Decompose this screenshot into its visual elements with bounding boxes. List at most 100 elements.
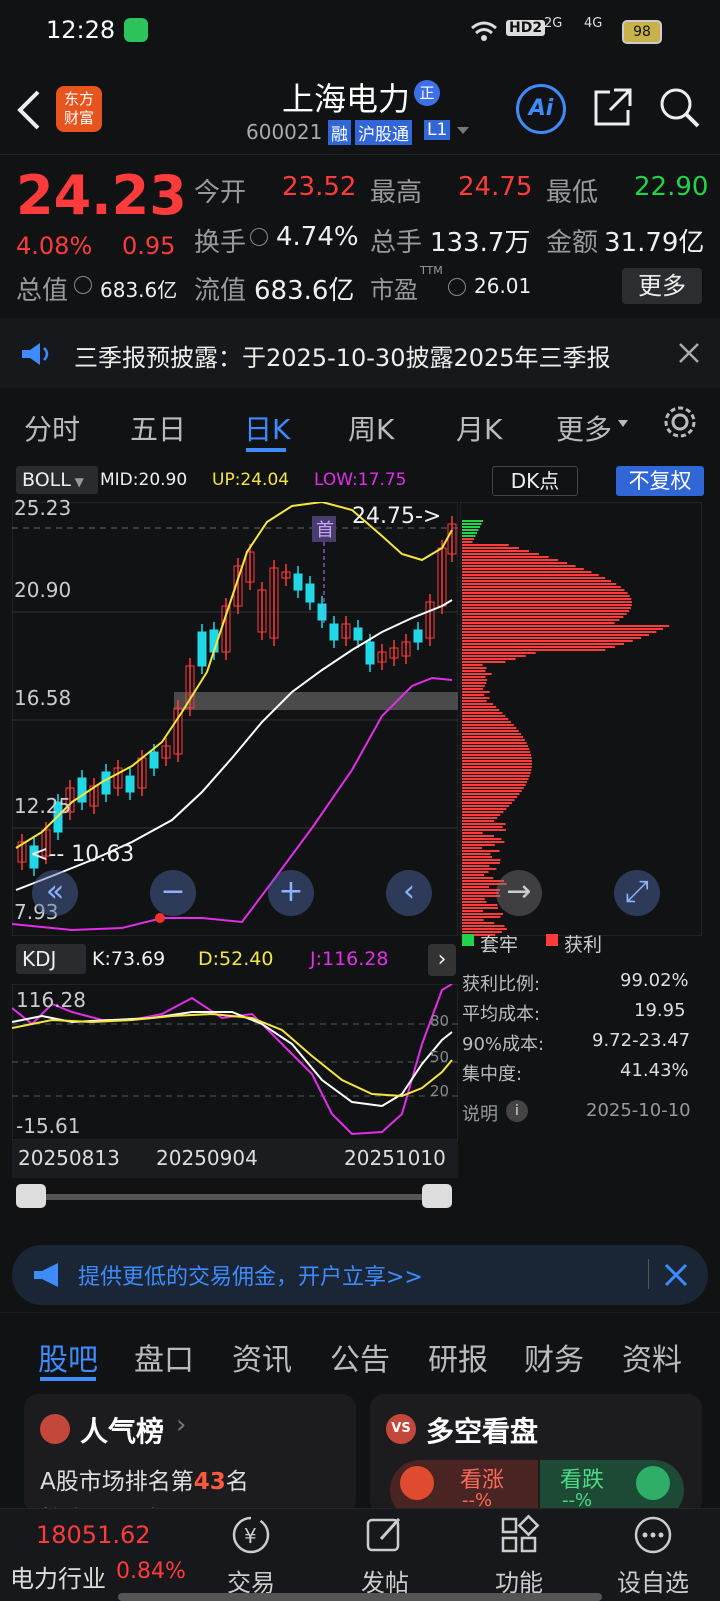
svg-text:¥: ¥: [244, 1524, 257, 1548]
info-icon[interactable]: [250, 228, 268, 246]
logo-line2: 财富: [56, 109, 102, 128]
chip-bar: [462, 676, 486, 678]
chip-bar: [462, 688, 483, 690]
zoom-out-icon[interactable]: −: [150, 870, 196, 916]
tab-guba[interactable]: 股吧: [38, 1335, 98, 1379]
nav-trade[interactable]: ¥ 交易: [206, 1513, 296, 1598]
float-cap-value: 683.6亿: [254, 270, 354, 307]
expand-icon[interactable]: ⤢: [614, 870, 660, 916]
chip-bar: [462, 685, 485, 687]
search-icon[interactable]: [658, 86, 702, 130]
adjust-mode-button[interactable]: 不复权: [616, 466, 704, 496]
info-icon[interactable]: i: [506, 1100, 528, 1122]
bull-button[interactable]: 看涨 --%: [390, 1460, 538, 1514]
candle-body: [294, 574, 302, 590]
share-icon[interactable]: [590, 86, 634, 130]
chip-bar: [462, 598, 631, 600]
range-handle-left[interactable]: [16, 1184, 46, 1208]
chip-bar: [462, 616, 623, 618]
tab-announcements[interactable]: 公告: [330, 1335, 390, 1379]
boll-label: BOLL: [22, 469, 71, 491]
chip-bar: [462, 544, 509, 546]
open-label: 今开: [194, 172, 246, 209]
chip-bar: [462, 586, 621, 588]
chip-bar: [462, 580, 611, 582]
tab-pankou[interactable]: 盘口: [134, 1335, 194, 1379]
high-marker: 24.75->: [352, 504, 441, 529]
tab-research[interactable]: 研报: [428, 1335, 488, 1379]
chevron-down-icon[interactable]: [456, 126, 470, 136]
date-label-1: 20250813: [18, 1146, 120, 1170]
close-icon[interactable]: [678, 342, 700, 364]
info-icon[interactable]: [74, 276, 92, 294]
chip-bar: [462, 619, 619, 621]
tab-weekly-k[interactable]: 周K: [348, 408, 394, 448]
chip-bar: [462, 832, 483, 834]
wifi-icon: [470, 20, 498, 42]
chip-bar: [462, 796, 517, 798]
chip-bar: [462, 577, 605, 579]
tab-daily-k[interactable]: 日K: [244, 408, 290, 448]
trap-legend-swatch: [462, 934, 474, 946]
bull-bear-card[interactable]: VS 多空看盘 看涨 --% 看跌 --%: [370, 1394, 702, 1514]
concentration-label: 集中度:: [462, 1060, 522, 1086]
chip-bar: [462, 871, 489, 873]
chip-bar: [462, 556, 549, 558]
arrow-right-icon[interactable]: →: [496, 870, 542, 916]
chip-distribution-svg[interactable]: [460, 502, 702, 936]
nav-watchlist[interactable]: 设自选: [608, 1513, 698, 1598]
tab-monthly-k[interactable]: 月K: [456, 408, 502, 448]
pe-value: 26.01: [474, 274, 531, 298]
more-button[interactable]: 更多: [622, 268, 702, 304]
chip-bar: [462, 679, 487, 681]
chip-bar: [462, 568, 584, 570]
quote-panel: 24.23 4.08% 0.95 今开 23.52 最高 24.75 最低 22…: [0, 156, 720, 316]
rewind-icon[interactable]: «: [32, 870, 78, 916]
range-handle-right[interactable]: [422, 1184, 452, 1208]
range-scrollbar[interactable]: [16, 1194, 452, 1200]
chip-bar: [462, 535, 476, 537]
tab-profile[interactable]: 资料: [622, 1335, 682, 1379]
chevron-right-icon[interactable]: ›: [428, 944, 456, 976]
candle-body: [366, 642, 374, 664]
ai-button[interactable]: Ai: [516, 84, 566, 134]
y-label-top: 25.23: [14, 496, 71, 520]
chip-bar: [462, 700, 487, 702]
popularity-card[interactable]: 人气榜 › A股市场排名第43名 較昨日↑2名: [24, 1394, 356, 1514]
date-label-3: 20251010: [344, 1146, 446, 1170]
info-icon[interactable]: [448, 278, 466, 296]
chip-bar: [462, 886, 489, 888]
notice-bar[interactable]: 三季报预披露：于2025-10-30披露2025年三季报: [0, 318, 720, 388]
close-icon[interactable]: [664, 1263, 688, 1287]
kdj-select[interactable]: KDJ: [16, 944, 86, 974]
tab-more[interactable]: 更多: [556, 408, 612, 448]
zoom-in-icon[interactable]: +: [268, 870, 314, 916]
nav-post[interactable]: 发帖: [340, 1513, 430, 1598]
nav-functions[interactable]: 功能: [474, 1513, 564, 1598]
chip-bar: [462, 835, 494, 837]
kline-svg[interactable]: [12, 502, 458, 936]
candle-body: [354, 628, 362, 640]
back-icon[interactable]: [14, 88, 44, 132]
tab-news[interactable]: 资讯: [232, 1335, 292, 1379]
kdj-d: D:52.40: [198, 948, 273, 970]
chip-bar: [462, 565, 576, 567]
indicator-select[interactable]: BOLL ▼: [16, 466, 98, 494]
chip-bar: [462, 865, 489, 867]
chip-bar: [462, 901, 487, 903]
chip-bar: [462, 844, 495, 846]
dk-point-marker[interactable]: [155, 913, 165, 923]
promo-banner[interactable]: 提供更低的交易佣金，开户立享>>: [12, 1245, 708, 1305]
tab-finance[interactable]: 财务: [524, 1335, 584, 1379]
bear-button[interactable]: 看跌 --%: [540, 1460, 684, 1514]
chip-bar: [462, 640, 633, 642]
high-label: 最高: [370, 172, 422, 209]
margin-tag: 融: [328, 120, 351, 145]
settings-gear-icon[interactable]: [662, 404, 698, 440]
tab-five-day[interactable]: 五日: [130, 408, 186, 448]
back-arrow-icon[interactable]: ‹: [386, 870, 432, 916]
industry-index[interactable]: 18051.62 电力行业 0.84%: [0, 1509, 200, 1601]
dk-point-select[interactable]: DK点: [492, 466, 578, 496]
candle-body: [330, 624, 338, 640]
tab-intraday[interactable]: 分时: [24, 408, 80, 448]
